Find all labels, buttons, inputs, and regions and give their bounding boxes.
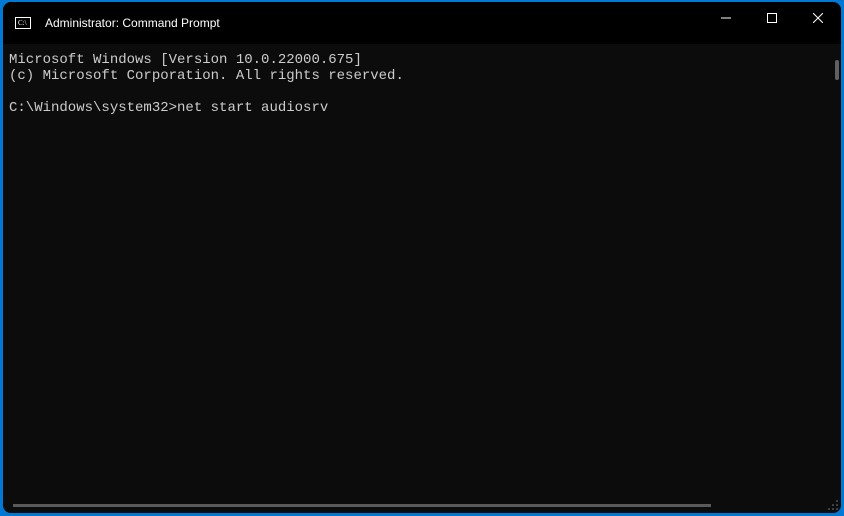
version-line: Microsoft Windows [Version 10.0.22000.67…	[9, 52, 835, 68]
command-prompt-window: C:\ Administrator: Command Prompt	[3, 2, 841, 513]
terminal-output[interactable]: Microsoft Windows [Version 10.0.22000.67…	[3, 44, 841, 513]
resize-grip-icon	[825, 497, 839, 511]
prompt-text: C:\Windows\system32>	[9, 100, 177, 116]
window-controls	[703, 2, 841, 44]
minimize-button[interactable]	[703, 2, 749, 34]
titlebar[interactable]: C:\ Administrator: Command Prompt	[3, 2, 841, 44]
svg-text:C:\: C:\	[18, 19, 27, 27]
horizontal-scrollbar[interactable]	[13, 504, 711, 507]
vertical-scrollbar[interactable]	[835, 60, 839, 80]
resize-grip[interactable]	[825, 497, 839, 511]
close-button[interactable]	[795, 2, 841, 34]
blank-line	[9, 84, 835, 100]
command-line: C:\Windows\system32>net start audiosrv	[9, 100, 835, 116]
cmd-icon: C:\	[15, 15, 31, 31]
window-title: Administrator: Command Prompt	[45, 16, 703, 30]
maximize-button[interactable]	[749, 2, 795, 34]
close-icon	[813, 13, 823, 23]
maximize-icon	[767, 13, 777, 23]
copyright-line: (c) Microsoft Corporation. All rights re…	[9, 68, 835, 84]
command-text: net start audiosrv	[177, 100, 328, 116]
minimize-icon	[721, 13, 731, 23]
